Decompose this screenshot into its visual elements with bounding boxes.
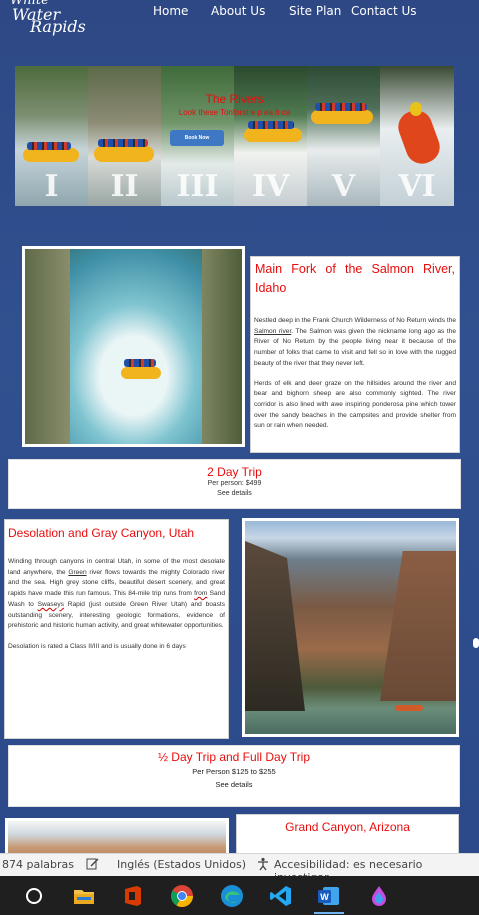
accessibility-icon[interactable] [256,857,270,874]
site-logo[interactable]: White Water Rapids [2,0,92,38]
svg-text:W: W [320,892,329,902]
salmon-paragraph-2: Herds of elk and deer graze on the hills… [254,379,456,430]
active-app-indicator [314,912,344,914]
chrome-icon[interactable] [169,883,195,909]
file-explorer-icon[interactable] [71,883,97,909]
language-status[interactable]: Inglés (Estados Unidos) [117,858,246,871]
green-river-link[interactable]: Green [68,569,86,576]
grand-canyon-card: Grand Canyon, Arizona [236,814,459,853]
banner-subtitle: Look these Tonforst e p ea h ca [178,108,291,117]
grand-canyon-title: Grand Canyon, Arizona [285,820,410,834]
banner-photo-class-4: IV [234,66,307,206]
banner-photo-class-1: I [15,66,88,206]
salmon-river-card: Main Fork of the Salmon River, Idaho Nes… [250,256,460,453]
class-3-label: III [176,169,219,204]
salmon-river-link[interactable]: Salmon river [254,328,291,335]
nav-about-us[interactable]: About Us [211,4,265,18]
edge-icon[interactable] [219,883,245,909]
half-day-see-details-link[interactable]: See details [9,776,459,789]
half-day-trip-title: ½ Day Trip and Full Day Trip [157,750,311,764]
banner-photo-class-6: VI [380,66,454,206]
desolation-paragraph-1: Winding through canyons in central Utah,… [8,558,226,630]
logo-word-3: Rapids [30,17,86,36]
salmon-river-title: Main Fork of the Salmon River, Idaho [255,262,455,295]
scroll-handle[interactable] [473,638,479,648]
book-now-button[interactable]: Book Now [170,130,224,146]
two-day-trip-title: 2 Day Trip [207,465,262,479]
banner-photo-class-5: V [307,66,380,206]
desolation-paragraph-2: Desolation is rated a Class II/III and i… [8,642,186,650]
grand-canyon-photo [5,818,229,853]
vscode-icon[interactable] [268,883,294,909]
salmon-paragraph-1: Nestled deep in the Frank Church Wildern… [254,317,456,367]
half-day-trip-box: ½ Day Trip and Full Day Trip Per Person … [8,745,460,807]
desolation-card: Desolation and Gray Canyon, Utah Winding… [4,519,229,739]
two-day-trip-price: Per person: $499 [207,480,262,487]
half-day-trip-price: Per Person $125 to $255 [192,767,276,776]
two-day-trip-box: 2 Day Trip Per person: $499 See details [8,459,461,509]
nav-contact-us[interactable]: Contact Us [351,4,417,18]
proofing-icon[interactable] [86,857,100,874]
two-day-see-details-link[interactable]: See details [9,487,460,497]
class-2-label: II [110,169,139,204]
status-bar: 874 palabras Inglés (Estados Unidos) Acc… [0,853,479,884]
office-icon[interactable] [120,883,146,909]
class-1-label: I [44,169,59,204]
paint-icon[interactable] [366,883,392,909]
word-count[interactable]: 874 palabras [2,858,74,871]
salmon-river-photo [22,246,245,447]
class-4-label: IV [251,169,290,204]
word-icon[interactable]: W [316,883,342,909]
search-circle-icon[interactable] [21,883,47,909]
banner-photo-class-2: II [88,66,161,206]
desolation-title: Desolation and Gray Canyon, Utah [8,526,195,540]
document-page: White Water Rapids Home About Us Site Pl… [0,0,479,853]
rivers-banner: I II III IV V VI The Rivers Look these T… [15,66,454,206]
desolation-canyon-photo [242,518,459,737]
nav-home[interactable]: Home [153,4,188,18]
class-5-label: V [331,169,356,204]
banner-title: The Rivers [205,92,264,106]
class-6-label: VI [398,169,436,204]
taskbar: W [0,876,479,915]
nav-site-plan[interactable]: Site Plan [289,4,341,18]
